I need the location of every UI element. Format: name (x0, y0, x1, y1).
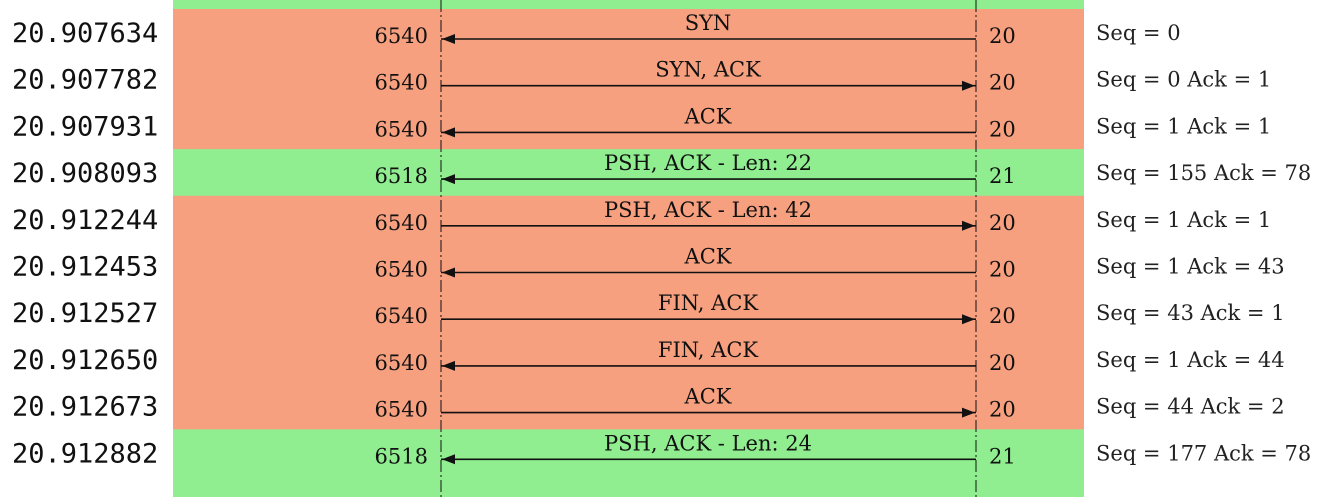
tcp-flow-graph: 20.907634 6540 20 SYN Seq = 0 20.907782 6540 20… (12, 0, 1311, 497)
right-port: 20 (989, 211, 1016, 235)
packet-time: 20.907634 (12, 18, 158, 49)
packet-seq-comment: Seq = 1 Ack = 1 (1096, 208, 1271, 232)
left-port: 6518 (375, 444, 428, 468)
right-port: 20 (989, 351, 1016, 375)
packet-seq-comment: Seq = 43 Ack = 1 (1096, 301, 1285, 325)
band-bottom (173, 475, 1084, 497)
packet-time: 20.912650 (12, 345, 158, 376)
packet-flags-label: PSH, ACK - Len: 24 (604, 431, 812, 455)
packet-time: 20.912673 (12, 392, 158, 423)
packet-time: 20.907782 (12, 65, 158, 96)
packet-row-band (173, 102, 1084, 150)
left-port: 6540 (375, 351, 428, 375)
packet-flags-label: FIN, ACK (658, 291, 758, 315)
packet-time: 20.912244 (12, 205, 158, 236)
packet-time: 20.907931 (12, 111, 158, 142)
right-port: 20 (989, 24, 1016, 48)
packet-row-band (173, 242, 1084, 290)
packet-seq-comment: Seq = 0 (1096, 21, 1181, 45)
right-port: 20 (989, 117, 1016, 141)
right-port: 21 (989, 444, 1016, 468)
left-port: 6540 (375, 304, 428, 328)
right-port: 20 (989, 304, 1016, 328)
packet-time: 20.912882 (12, 438, 158, 469)
packet-flags-label: ACK (684, 385, 732, 409)
left-port: 6540 (375, 211, 428, 235)
left-port: 6540 (375, 24, 428, 48)
right-port: 20 (989, 398, 1016, 422)
packet-row-band (173, 55, 1084, 103)
packet-flags-label: ACK (684, 104, 732, 128)
band-top (173, 0, 1084, 9)
packet-flags-label: PSH, ACK - Len: 22 (604, 151, 812, 175)
left-port: 6518 (375, 164, 428, 188)
packet-row-band (173, 289, 1084, 337)
packet-time: 20.908093 (12, 158, 158, 189)
packet-seq-comment: Seq = 1 Ack = 44 (1096, 348, 1285, 372)
packet-row-band (173, 9, 1084, 57)
packet-time: 20.912453 (12, 252, 158, 283)
packet-row-band (173, 382, 1084, 430)
packet-seq-comment: Seq = 0 Ack = 1 (1096, 68, 1271, 92)
packet-flags-label: PSH, ACK - Len: 42 (604, 198, 812, 222)
right-port: 20 (989, 258, 1016, 282)
left-port: 6540 (375, 398, 428, 422)
left-port: 6540 (375, 117, 428, 141)
packet-seq-comment: Seq = 44 Ack = 2 (1096, 395, 1285, 419)
packet-seq-comment: Seq = 155 Ack = 78 (1096, 161, 1311, 185)
packet-flags-label: SYN (685, 11, 732, 35)
packet-flags-label: FIN, ACK (658, 338, 758, 362)
left-port: 6540 (375, 258, 428, 282)
packet-time: 20.912527 (12, 298, 158, 329)
packet-seq-comment: Seq = 1 Ack = 43 (1096, 255, 1285, 279)
packet-flags-label: ACK (684, 245, 732, 269)
left-port: 6540 (375, 71, 428, 95)
right-port: 20 (989, 71, 1016, 95)
right-port: 21 (989, 164, 1016, 188)
packet-seq-comment: Seq = 177 Ack = 78 (1096, 441, 1311, 465)
packet-seq-comment: Seq = 1 Ack = 1 (1096, 114, 1271, 138)
packet-row-band (173, 335, 1084, 384)
packet-flags-label: SYN, ACK (655, 58, 761, 82)
